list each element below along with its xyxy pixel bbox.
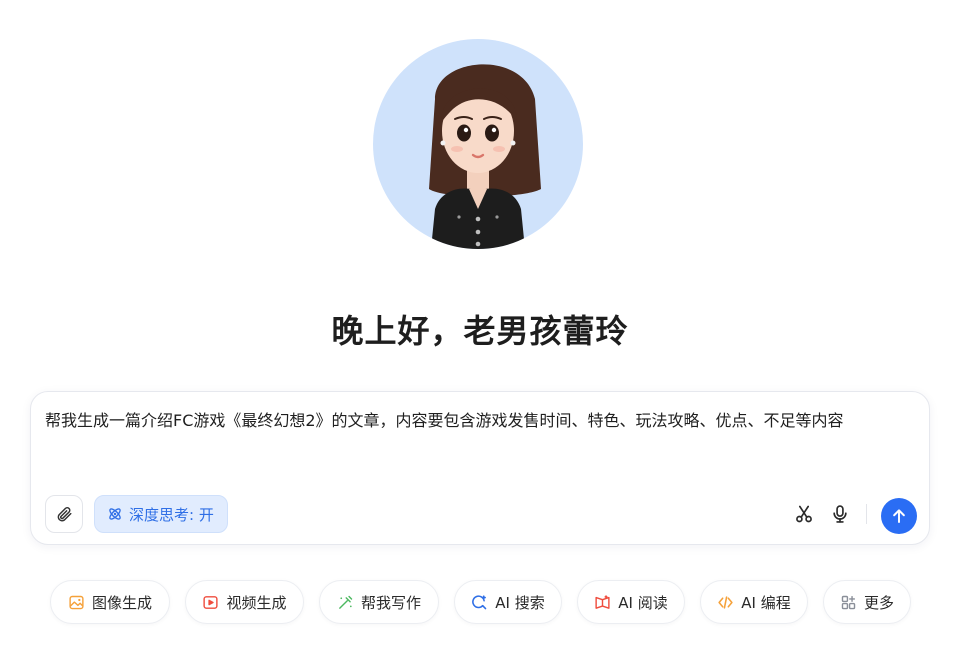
write-icon — [339, 595, 353, 609]
deep-think-toggle[interactable]: 深度思考: 开 — [94, 495, 228, 533]
chip-image-generation[interactable]: 图像生成 — [50, 580, 170, 624]
toolbar-divider — [866, 504, 867, 524]
search-icon — [472, 594, 487, 609]
prompt-text[interactable]: 帮我生成一篇介绍FC游戏《最终幻想2》的文章，内容要包含游戏发售时间、特色、玩法… — [45, 407, 917, 435]
scissors-icon — [796, 505, 812, 523]
chip-label: AI 阅读 — [618, 593, 668, 612]
chip-ai-search[interactable]: AI 搜索 — [454, 580, 562, 624]
chip-label: 视频生成 — [226, 593, 287, 612]
send-button[interactable] — [881, 498, 917, 534]
chat-input-box[interactable]: 帮我生成一篇介绍FC游戏《最终幻想2》的文章，内容要包含游戏发售时间、特色、玩法… — [30, 391, 930, 545]
chip-label: AI 搜索 — [495, 593, 545, 612]
chip-label: 图像生成 — [91, 593, 152, 612]
paperclip-icon — [57, 507, 72, 522]
chip-ai-coding[interactable]: AI 编程 — [700, 580, 808, 624]
chip-label: 更多 — [863, 593, 894, 612]
image-icon — [69, 595, 84, 609]
chip-label: 帮我写作 — [360, 593, 421, 612]
chip-ai-reading[interactable]: AI 阅读 — [577, 580, 685, 624]
read-icon — [595, 594, 610, 609]
chip-video-generation[interactable]: 视频生成 — [185, 580, 304, 624]
chip-writing[interactable]: 帮我写作 — [319, 580, 439, 624]
chip-more[interactable]: 更多 — [823, 580, 911, 624]
attach-button[interactable] — [45, 495, 83, 533]
arrow-up-icon — [893, 509, 905, 523]
code-icon — [718, 595, 733, 609]
chip-label: AI 编程 — [741, 593, 791, 612]
voice-input-button[interactable] — [829, 503, 851, 525]
video-icon — [203, 595, 219, 609]
atom-icon — [109, 508, 121, 520]
greeting-title: 晚上好，老男孩蕾玲 — [331, 312, 629, 350]
more-icon — [841, 595, 856, 609]
feature-chips: 图像生成 视频生成 帮我写作 AI 搜索 AI 阅读 AI 编程 更多 — [50, 580, 911, 624]
assistant-avatar — [373, 39, 583, 249]
deep-think-label: 深度思考: 开 — [129, 505, 214, 524]
scissors-button[interactable] — [793, 503, 815, 525]
microphone-icon — [833, 505, 847, 523]
